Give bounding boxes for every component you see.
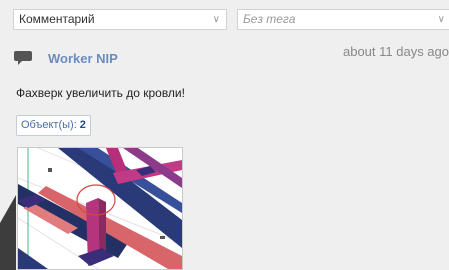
type-select-value: Комментарий (19, 12, 95, 26)
chevron-down-icon: ∨ (437, 14, 445, 25)
type-select[interactable]: Комментарий ∨ (13, 9, 227, 30)
model-snapshot-image (18, 148, 182, 269)
objects-button[interactable]: Объект(ы): 2 (16, 115, 91, 136)
model-snapshot-thumbnail[interactable] (17, 147, 183, 270)
background-shape (0, 195, 16, 270)
tag-select-value: Без тега (243, 12, 296, 26)
objects-label: Объект(ы): (21, 119, 77, 131)
chevron-down-icon: ∨ (212, 14, 220, 25)
objects-count: 2 (79, 119, 86, 131)
comment-icon (14, 51, 32, 65)
comment-timestamp: about 11 days ago (342, 44, 449, 59)
comment-text: Фахверк увеличить до кровли! (16, 86, 185, 100)
comment-author[interactable]: Worker NIP (48, 51, 118, 66)
tag-select[interactable]: Без тега ∨ (237, 9, 449, 30)
